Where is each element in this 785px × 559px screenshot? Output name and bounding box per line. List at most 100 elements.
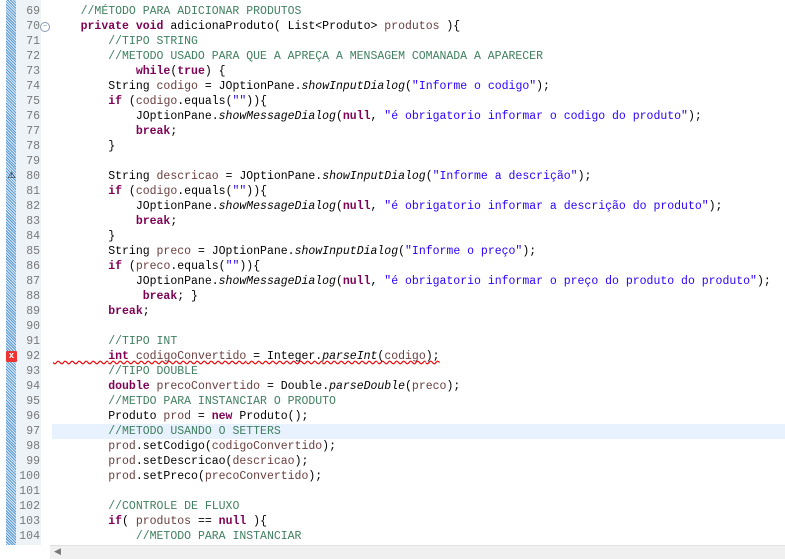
code-token: JOptionPane.: [53, 200, 219, 213]
code-token: ; }: [177, 290, 198, 303]
error-icon[interactable]: x: [6, 351, 17, 362]
code-line[interactable]: 78 }: [0, 139, 785, 154]
code-line-current[interactable]: 97 //METODO USANDO O SETTERS: [26, 424, 785, 439]
code-line[interactable]: 103 if( produtos == null ){: [0, 514, 785, 529]
code-line[interactable]: 98 prod.setCodigo(codigoConvertido);: [0, 439, 785, 454]
code-line[interactable]: 73 while(true) {: [0, 64, 785, 79]
code-editor[interactable]: 69 //MÉTODO PARA ADICIONAR PRODUTOS 70− p…: [0, 0, 785, 559]
code-line[interactable]: 70− private void adicionaProduto( List<P…: [0, 19, 785, 34]
keyword: while: [135, 65, 171, 78]
code-text: Produto prod = new Produto();: [53, 409, 308, 424]
code-token: = JOptionPane.: [218, 170, 323, 183]
code-line[interactable]: 94 double precoConvertido = Double.parse…: [0, 379, 785, 394]
code-token: );: [756, 275, 771, 288]
method-call: parseInt: [322, 350, 378, 363]
variable: codigoConvertido: [211, 440, 323, 453]
code-token: ;: [142, 305, 150, 318]
line-number: 76: [26, 110, 40, 123]
warning-icon[interactable]: ⚠: [6, 171, 17, 182]
method-call: showMessageDialog: [218, 275, 336, 288]
keyword: void: [135, 20, 164, 33]
code-token: =: [191, 410, 212, 423]
code-line[interactable]: 71 //TIPO STRING: [0, 34, 785, 49]
code-text: }: [53, 139, 115, 154]
code-line[interactable]: 84 }: [0, 229, 785, 244]
code-token: );: [708, 200, 723, 213]
code-line[interactable]: 79: [0, 154, 785, 169]
code-text: String preco = JOptionPane.showInputDial…: [53, 244, 536, 259]
line-number: 82: [26, 200, 40, 213]
code-line[interactable]: 95 //METDO PARA INSTANCIAR O PRODUTO: [0, 394, 785, 409]
variable: precoConvertido: [156, 380, 261, 393]
code-line[interactable]: 101: [0, 484, 785, 499]
code-line[interactable]: 75 if (codigo.equals("")){: [0, 94, 785, 109]
code-line[interactable]: 82 JOptionPane.showMessageDialog(null, "…: [0, 199, 785, 214]
code-line[interactable]: 100 prod.setPreco(precoConvertido);: [0, 469, 785, 484]
line-number: 100: [19, 470, 40, 483]
code-line[interactable]: 69 //MÉTODO PARA ADICIONAR PRODUTOS: [0, 4, 785, 19]
code-line[interactable]: 102 //CONTROLE DE FLUXO: [0, 499, 785, 514]
code-token: (: [335, 275, 343, 288]
code-line[interactable]: 81 if (codigo.equals("")){: [0, 184, 785, 199]
fold-collapse-icon[interactable]: −: [40, 22, 50, 32]
scroll-left-icon[interactable]: ◀: [54, 546, 61, 559]
variable: descricao: [156, 170, 219, 183]
code-token: .setCodigo(: [135, 440, 212, 453]
code-line[interactable]: 104 //METODO PARA INSTANCIAR: [0, 529, 785, 544]
code-token: ){: [439, 20, 461, 33]
variable: precoConvertido: [204, 470, 309, 483]
code-line[interactable]: 88 break; }: [0, 289, 785, 304]
code-line[interactable]: 99 prod.setDescricao(descricao);: [0, 454, 785, 469]
code-text: break;: [53, 124, 177, 139]
code-line[interactable]: 76 JOptionPane.showMessageDialog(null, "…: [0, 109, 785, 124]
code-line[interactable]: 83 break;: [0, 214, 785, 229]
code-line[interactable]: 96 Produto prod = new Produto();: [0, 409, 785, 424]
code-text: //MÉTODO PARA ADICIONAR PRODUTOS: [53, 4, 302, 19]
method-call: showMessageDialog: [218, 110, 336, 123]
code-line[interactable]: 87 JOptionPane.showMessageDialog(null, "…: [0, 274, 785, 289]
string-literal: "é obrigatorio informar a descrição do p…: [384, 200, 709, 213]
comment: //TIPO DOUBLE: [108, 365, 198, 378]
code-line[interactable]: 90: [0, 319, 785, 334]
line-number: 90: [26, 320, 40, 333]
code-text: double precoConvertido = Double.parseDou…: [53, 379, 460, 394]
code-token: String: [53, 170, 157, 183]
code-line[interactable]: 89 break;: [0, 304, 785, 319]
code-text: private void adicionaProduto( List<Produ…: [53, 19, 461, 34]
code-area[interactable]: 69 //MÉTODO PARA ADICIONAR PRODUTOS 70− p…: [0, 4, 785, 544]
line-number: 99: [26, 455, 40, 468]
code-line[interactable]: 74 String codigo = JOptionPane.showInput…: [0, 79, 785, 94]
code-line[interactable]: 72 //METODO USADO PARA QUE A APREÇA A ME…: [0, 49, 785, 64]
horizontal-scrollbar[interactable]: ◀: [50, 545, 785, 559]
code-line[interactable]: 92 x int codigoConvertido = Integer.parse…: [0, 349, 785, 364]
keyword: break: [108, 305, 143, 318]
line-number: 87: [26, 275, 40, 288]
variable: preco: [135, 260, 171, 273]
code-text: break;: [53, 214, 177, 229]
code-token: (: [122, 185, 136, 198]
code-line[interactable]: 85 String preco = JOptionPane.showInputD…: [0, 244, 785, 259]
code-text: break; }: [53, 289, 198, 304]
code-token: JOptionPane.: [53, 275, 219, 288]
code-token: );: [536, 80, 550, 93]
code-line[interactable]: 91 //TIPO INT: [0, 334, 785, 349]
keyword: break: [142, 290, 178, 303]
keyword: private: [80, 20, 129, 33]
code-text: prod.setDescricao(descricao);: [53, 454, 308, 469]
line-number: 101: [19, 485, 40, 498]
code-token: .equals(: [170, 260, 226, 273]
code-line[interactable]: 80 ⚠ String descricao = JOptionPane.showI…: [0, 169, 785, 184]
code-line[interactable]: 77 break;: [0, 124, 785, 139]
code-line[interactable]: 86 if (preco.equals("")){: [0, 259, 785, 274]
code-token: )){: [239, 260, 261, 273]
code-line[interactable]: 93 //TIPO DOUBLE: [0, 364, 785, 379]
string-literal: "": [232, 95, 247, 108]
code-token: );: [446, 380, 461, 393]
